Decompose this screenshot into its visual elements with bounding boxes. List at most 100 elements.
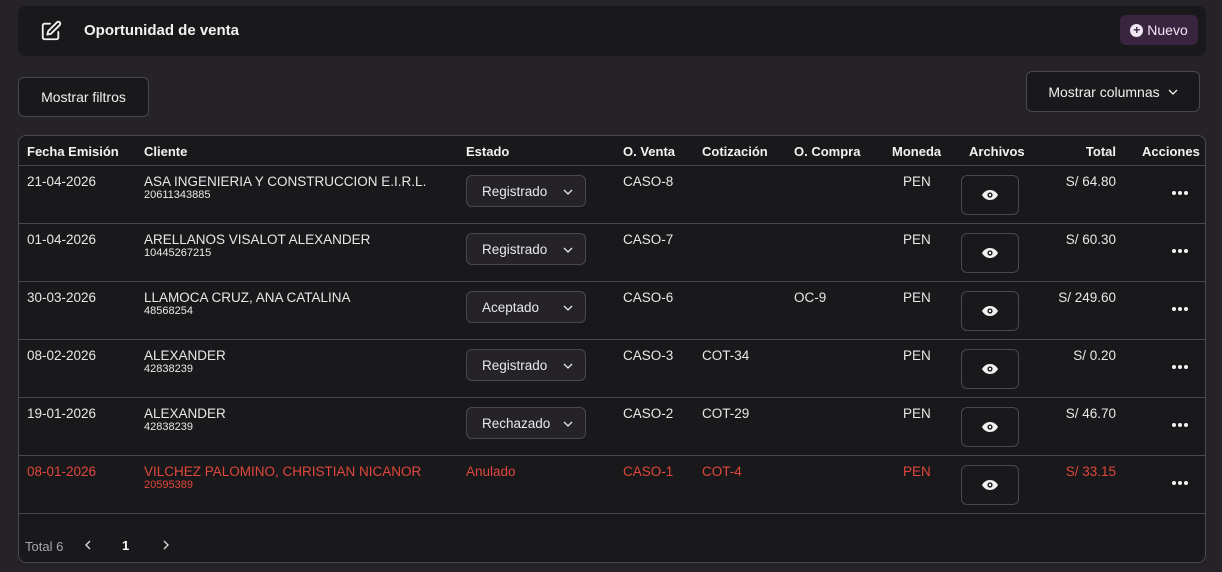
cell-cliente: ALEXANDER <box>144 406 226 421</box>
col-moneda: Moneda <box>892 144 942 159</box>
cell-documento: 48568254 <box>144 305 193 317</box>
eye-icon <box>982 364 998 374</box>
chevron-down-icon <box>563 305 573 311</box>
total-count: Total 6 <box>25 539 64 554</box>
status-select[interactable]: Registrado <box>466 175 586 207</box>
view-files-button[interactable] <box>961 291 1019 331</box>
status-select[interactable]: Registrado <box>466 349 586 381</box>
cell-cliente: ALEXANDER <box>144 348 226 363</box>
dots-horizontal-icon[interactable] <box>1171 306 1189 312</box>
col-o-compra: O. Compra <box>794 144 861 159</box>
cell-moneda: PEN <box>903 290 931 305</box>
status-select[interactable]: Aceptado <box>466 291 586 323</box>
cell-documento: 42838239 <box>144 421 193 433</box>
dots-horizontal-icon[interactable] <box>1171 248 1189 254</box>
cell-moneda: PEN <box>903 348 931 363</box>
sales-opportunity-table: Fecha Emisión Cliente Estado O. Venta Co… <box>18 135 1206 563</box>
status-value: Aceptado <box>482 299 540 315</box>
cell-total: S/ 46.70 <box>1065 406 1116 421</box>
col-estado: Estado <box>466 144 510 159</box>
col-o-venta: O. Venta <box>623 144 676 159</box>
dots-horizontal-icon[interactable] <box>1171 190 1189 196</box>
chevron-down-icon <box>563 189 573 195</box>
dots-horizontal-icon[interactable] <box>1171 422 1189 428</box>
cell-o-venta: CASO-3 <box>623 348 674 363</box>
status-select[interactable]: Rechazado <box>466 407 586 439</box>
view-files-button[interactable] <box>961 233 1019 273</box>
status-value: Rechazado <box>482 415 551 431</box>
cell-cotizacion: COT-4 <box>702 464 742 479</box>
eye-icon <box>982 422 998 432</box>
cell-fecha: 08-01-2026 <box>27 464 97 479</box>
status-value: Registrado <box>482 241 548 257</box>
page-title: Oportunidad de venta <box>84 22 240 39</box>
status-value: Registrado <box>482 183 548 199</box>
cell-o-venta: CASO-2 <box>623 406 674 421</box>
cell-total: S/ 60.30 <box>1065 232 1116 247</box>
dots-horizontal-icon[interactable] <box>1171 480 1189 486</box>
eye-icon <box>982 306 998 316</box>
show-columns-button[interactable]: Mostrar columnas <box>1026 71 1200 112</box>
new-button-label: Nuevo <box>1147 22 1188 38</box>
col-cotizacion: Cotización <box>702 144 768 159</box>
dots-horizontal-icon[interactable] <box>1171 364 1189 370</box>
cell-moneda: PEN <box>903 232 931 247</box>
col-cliente: Cliente <box>144 144 188 159</box>
cell-cliente: LLAMOCA CRUZ, ANA CATALINA <box>144 290 351 305</box>
new-button[interactable]: + Nuevo <box>1120 15 1198 45</box>
chevron-down-icon <box>563 247 573 253</box>
col-fecha-emision: Fecha Emisión <box>27 144 119 159</box>
pagination: Total 6 1 <box>19 524 1205 562</box>
cell-cliente: VILCHEZ PALOMINO, CHRISTIAN NICANOR <box>144 464 422 479</box>
cell-cliente: ARELLANOS VISALOT ALEXANDER <box>144 232 371 247</box>
col-total: Total <box>1085 144 1116 159</box>
plus-circle-icon: + <box>1130 23 1144 37</box>
col-archivos: Archivos <box>969 144 1025 159</box>
table-row: 01-04-2026 ARELLANOS VISALOT ALEXANDER 1… <box>19 224 1205 282</box>
show-filters-label: Mostrar filtros <box>41 89 126 105</box>
cell-moneda: PEN <box>903 406 931 421</box>
status-text: Anulado <box>466 464 516 479</box>
cell-fecha: 19-01-2026 <box>27 406 97 421</box>
chevron-left-icon[interactable] <box>81 538 95 552</box>
eye-icon <box>982 248 998 258</box>
cell-total: S/ 0.20 <box>1073 348 1116 363</box>
view-files-button[interactable] <box>961 349 1019 389</box>
chevron-down-icon <box>563 421 573 427</box>
chevron-down-icon <box>1168 89 1178 95</box>
cell-moneda: PEN <box>903 174 931 189</box>
cell-documento: 20611343885 <box>144 189 211 201</box>
page-button-1[interactable]: 1 <box>122 538 129 553</box>
cell-o-venta: CASO-1 <box>623 464 674 479</box>
cell-documento: 42838239 <box>144 363 193 375</box>
chevron-down-icon <box>563 363 573 369</box>
table-row: 19-01-2026 ALEXANDER 42838239 Rechazado … <box>19 398 1205 456</box>
status-select[interactable]: Registrado <box>466 233 586 265</box>
view-files-button[interactable] <box>961 465 1019 505</box>
cell-fecha: 30-03-2026 <box>27 290 97 305</box>
show-filters-button[interactable]: Mostrar filtros <box>18 77 149 117</box>
chevron-right-icon[interactable] <box>159 538 173 552</box>
cell-o-venta: CASO-6 <box>623 290 674 305</box>
cell-total: S/ 33.15 <box>1065 464 1116 479</box>
table-row: 08-02-2026 ALEXANDER 42838239 Registrado… <box>19 340 1205 398</box>
cell-documento: 10445267215 <box>144 247 212 259</box>
cell-o-venta: CASO-7 <box>623 232 674 247</box>
cell-documento: 20595389 <box>144 479 193 491</box>
cell-total: S/ 64.80 <box>1065 174 1116 189</box>
view-files-button[interactable] <box>961 175 1019 215</box>
cell-moneda: PEN <box>903 464 931 479</box>
table-row: 08-01-2026 VILCHEZ PALOMINO, CHRISTIAN N… <box>19 456 1205 514</box>
status-value: Registrado <box>482 357 548 373</box>
eye-icon <box>982 480 998 490</box>
cell-total: S/ 249.60 <box>1058 290 1116 305</box>
view-files-button[interactable] <box>961 407 1019 447</box>
cell-cotizacion: COT-29 <box>702 406 750 421</box>
col-acciones: Acciones <box>1142 144 1200 159</box>
cell-cliente: ASA INGENIERIA Y CONSTRUCCION E.I.R.L. <box>144 174 427 189</box>
table-row: 30-03-2026 LLAMOCA CRUZ, ANA CATALINA 48… <box>19 282 1205 340</box>
cell-o-compra: OC-9 <box>794 290 827 305</box>
show-columns-label: Mostrar columnas <box>1048 83 1160 100</box>
cell-cotizacion: COT-34 <box>702 348 750 363</box>
cell-o-venta: CASO-8 <box>623 174 674 189</box>
